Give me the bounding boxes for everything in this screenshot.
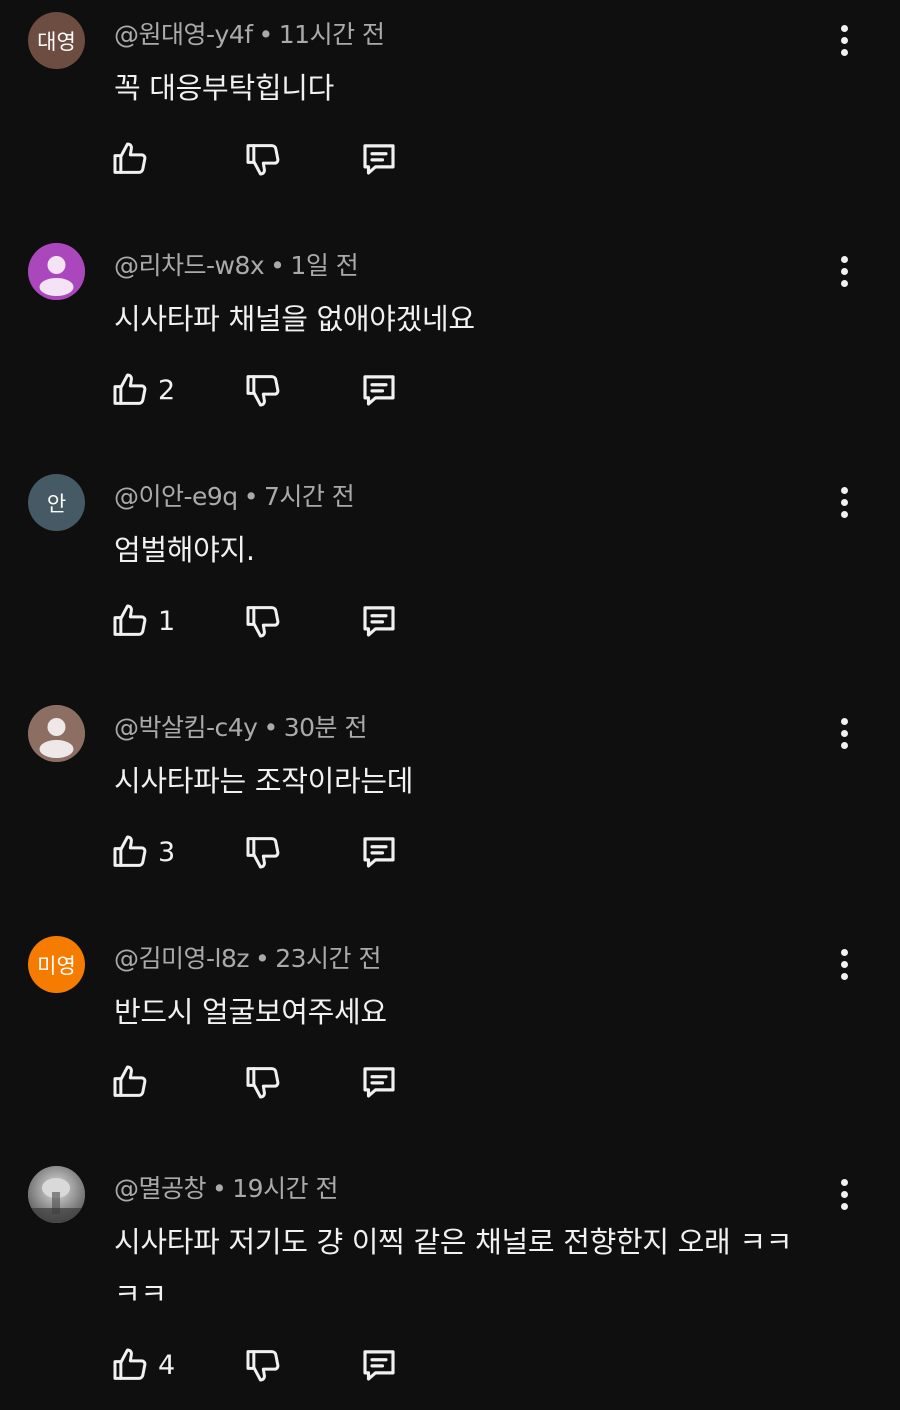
like-count: 2	[158, 374, 176, 406]
comment-meta: @원대영-y4f • 11시간 전	[114, 15, 385, 51]
thumbs-down-icon	[243, 601, 283, 641]
reply-icon	[358, 1061, 400, 1103]
separator-dot: •	[270, 251, 285, 280]
comment-meta: @리차드-w8x • 1일 전	[114, 246, 359, 282]
comment-actions	[110, 137, 430, 181]
thumbs-up-icon	[110, 1062, 150, 1102]
dislike-button[interactable]	[243, 599, 283, 643]
comment-text-line: ㅋㅋ	[114, 1277, 167, 1311]
comment-meta: @이안-e9q • 7시간 전	[114, 477, 355, 513]
comment-time: 11시간 전	[278, 20, 385, 49]
separator-dot: •	[212, 1174, 227, 1203]
like-count: 3	[158, 836, 176, 868]
separator-dot: •	[258, 20, 274, 49]
author-handle[interactable]: @멸공창	[114, 1174, 207, 1203]
author-handle[interactable]: @김미영-l8z	[114, 944, 250, 973]
dislike-button[interactable]	[243, 1343, 283, 1387]
reply-icon	[358, 831, 400, 873]
avatar[interactable]	[28, 1166, 85, 1223]
avatar[interactable]	[28, 243, 85, 300]
comment-text: 엄벌해야지.	[114, 524, 844, 576]
thumbs-up-icon	[110, 601, 150, 641]
author-handle[interactable]: @원대영-y4f	[114, 20, 253, 49]
thumbs-up-icon	[110, 832, 150, 872]
comment-actions: 3	[110, 830, 430, 874]
comment-text-line: 꼭 대응부탁힙니다	[114, 71, 334, 105]
reply-icon	[358, 138, 400, 180]
thumbs-down-icon	[243, 1062, 283, 1102]
comment-actions: 4	[110, 1343, 430, 1387]
comment-actions: 1	[110, 599, 430, 643]
reply-button[interactable]	[358, 137, 400, 181]
reply-button[interactable]	[358, 1060, 400, 1104]
author-handle[interactable]: @박살킴-c4y	[114, 713, 258, 742]
more-vert-icon[interactable]	[830, 20, 858, 60]
like-button[interactable]: 1	[110, 599, 175, 643]
comment-time: 19시간 전	[232, 1174, 339, 1203]
thumbs-down-icon	[243, 139, 283, 179]
more-vert-icon[interactable]	[830, 1174, 858, 1214]
comment-text: 꼭 대응부탁힙니다	[114, 62, 844, 114]
reply-icon	[358, 600, 400, 642]
comment-meta: @박살킴-c4y • 30분 전	[114, 708, 367, 744]
author-handle[interactable]: @리차드-w8x	[114, 251, 265, 280]
comment-time: 23시간 전	[275, 944, 382, 973]
more-vert-icon[interactable]	[830, 944, 858, 984]
like-count: 1	[158, 605, 176, 637]
dislike-button[interactable]	[243, 137, 283, 181]
comment-actions	[110, 1060, 430, 1104]
comment-text-line: 시사타파 저기도 걍 이찍 같은 채널로 전향한지 오래 ㅋㅋ	[114, 1225, 793, 1259]
dislike-button[interactable]	[243, 830, 283, 874]
separator-dot: •	[263, 713, 278, 742]
author-handle[interactable]: @이안-e9q	[114, 482, 238, 511]
reply-icon	[358, 369, 400, 411]
comment-actions: 2	[110, 368, 430, 412]
more-vert-icon[interactable]	[830, 251, 858, 291]
separator-dot: •	[255, 944, 270, 973]
dislike-button[interactable]	[243, 368, 283, 412]
thumbs-down-icon	[243, 370, 283, 410]
thumbs-up-icon	[110, 139, 150, 179]
comment-text: 반드시 얼굴보여주세요	[114, 986, 844, 1038]
like-button[interactable]	[110, 137, 158, 181]
comment-text-line: 시사타파는 조작이라는데	[114, 764, 414, 798]
more-vert-icon[interactable]	[830, 482, 858, 522]
avatar[interactable]: 대영	[28, 12, 85, 69]
comment-text: 시사타파 채널을 없애야겠네요	[114, 293, 844, 345]
like-button[interactable]: 4	[110, 1343, 175, 1387]
thumbs-up-icon	[110, 1345, 150, 1385]
thumbs-up-icon	[110, 370, 150, 410]
comment-time: 7시간 전	[263, 482, 355, 511]
dislike-button[interactable]	[243, 1060, 283, 1104]
comment-time: 1일 전	[290, 251, 359, 280]
avatar[interactable]	[28, 705, 85, 762]
comment-text: 시사타파는 조작이라는데	[114, 755, 844, 807]
more-vert-icon[interactable]	[830, 713, 858, 753]
comment-time: 30분 전	[283, 713, 368, 742]
comment-text: 시사타파 저기도 걍 이찍 같은 채널로 전향한지 오래 ㅋㅋ ㅋㅋ	[114, 1216, 844, 1320]
reply-button[interactable]	[358, 1343, 400, 1387]
like-button[interactable]: 2	[110, 368, 175, 412]
avatar-initials: 미영	[37, 953, 76, 978]
comment-text-line: 시사타파 채널을 없애야겠네요	[114, 302, 475, 336]
reply-icon	[358, 1344, 400, 1386]
like-button[interactable]	[110, 1060, 158, 1104]
reply-button[interactable]	[358, 830, 400, 874]
comment-meta: @멸공창 • 19시간 전	[114, 1169, 339, 1205]
reply-button[interactable]	[358, 368, 400, 412]
reply-button[interactable]	[358, 599, 400, 643]
comment-text-line: 반드시 얼굴보여주세요	[114, 995, 387, 1029]
avatar-initials: 대영	[37, 29, 76, 54]
avatar[interactable]: 미영	[28, 936, 85, 993]
avatar[interactable]: 안	[28, 474, 85, 531]
separator-dot: •	[243, 482, 259, 511]
comment-text-line: 엄벌해야지.	[114, 533, 255, 567]
thumbs-down-icon	[243, 832, 283, 872]
like-count: 4	[158, 1349, 176, 1381]
like-button[interactable]: 3	[110, 830, 175, 874]
comment-meta: @김미영-l8z • 23시간 전	[114, 939, 382, 975]
avatar-initials: 안	[46, 491, 67, 516]
thumbs-down-icon	[243, 1345, 283, 1385]
